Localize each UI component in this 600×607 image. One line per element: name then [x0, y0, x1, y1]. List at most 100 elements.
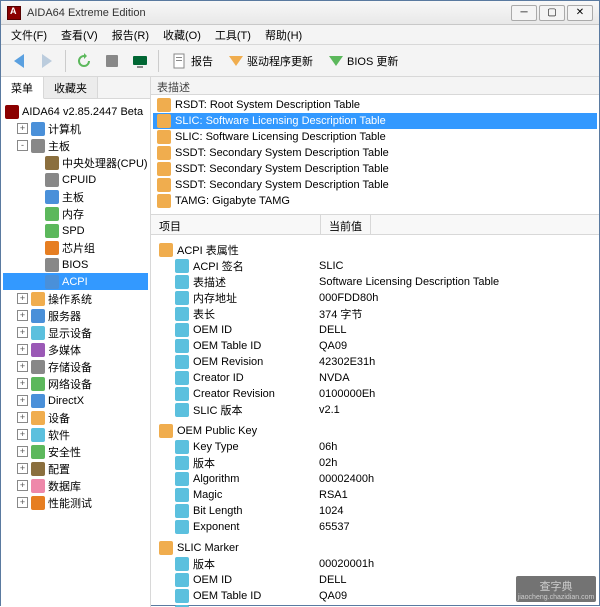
property-row[interactable]: OEM Table IDQA09 — [153, 338, 597, 354]
tab-menu[interactable]: 菜单 — [1, 77, 44, 99]
property-row[interactable]: MagicRSA1 — [153, 487, 597, 503]
property-row[interactable]: SLIC 版本v2.1 — [153, 402, 597, 418]
property-row[interactable]: 内存地址000FDD80h — [153, 290, 597, 306]
property-list[interactable]: ACPI 表属性ACPI 签名SLIC表描述Software Licensing… — [151, 235, 599, 607]
menu-tools[interactable]: 工具(T) — [209, 25, 257, 45]
tree-item-label: BIOS — [62, 259, 88, 271]
menubar: 文件(F) 查看(V) 报告(R) 收藏(O) 工具(T) 帮助(H) — [1, 25, 599, 45]
report-button[interactable]: 报告 — [165, 53, 219, 69]
expand-toggle[interactable]: + — [17, 344, 28, 355]
property-key: 表长 — [193, 306, 215, 322]
tree-item[interactable]: +操作系统 — [3, 290, 148, 307]
expand-toggle[interactable]: + — [17, 412, 28, 423]
key-icon — [157, 162, 171, 176]
property-row[interactable]: OEM IDDELL — [153, 322, 597, 338]
tree[interactable]: AIDA64 v2.85.2447 Beta +计算机-主板中央处理器(CPU)… — [1, 99, 150, 607]
tree-item-label: 内存 — [62, 206, 84, 222]
description-item[interactable]: SLIC: Software Licensing Description Tab… — [153, 129, 597, 145]
expand-toggle[interactable]: + — [17, 395, 28, 406]
minimize-button[interactable]: ─ — [511, 5, 537, 21]
description-item[interactable]: SLIC: Software Licensing Description Tab… — [153, 113, 597, 129]
tree-item[interactable]: +多媒体 — [3, 341, 148, 358]
back-button[interactable] — [7, 49, 31, 73]
tree-item[interactable]: - 主板 — [3, 137, 148, 154]
expand-toggle[interactable]: + — [17, 310, 28, 321]
property-row[interactable]: OEM Revision42302E31h — [153, 354, 597, 370]
tree-item[interactable]: +计算机 — [3, 120, 148, 137]
tree-item[interactable]: +网络设备 — [3, 375, 148, 392]
description-item[interactable]: TAMG: Gigabyte TAMG — [153, 193, 597, 209]
tree-item[interactable]: +配置 — [3, 460, 148, 477]
tree-item[interactable]: +DirectX — [3, 392, 148, 409]
description-item[interactable]: SSDT: Secondary System Description Table — [153, 177, 597, 193]
menu-file[interactable]: 文件(F) — [5, 25, 53, 45]
expand-toggle[interactable]: + — [17, 463, 28, 474]
description-list[interactable]: RSDT: Root System Description TableSLIC:… — [151, 95, 599, 215]
tree-item-icon — [31, 377, 45, 391]
expand-toggle[interactable]: + — [17, 361, 28, 372]
tree-item-label: 主板 — [48, 138, 70, 154]
tree-item[interactable]: BIOS — [3, 256, 148, 273]
property-row[interactable]: 版本00020001h — [153, 556, 597, 572]
tree-item[interactable]: SPD — [3, 222, 148, 239]
expand-toggle[interactable]: + — [17, 327, 28, 338]
float-button[interactable] — [100, 49, 124, 73]
forward-button[interactable] — [35, 49, 59, 73]
tree-item[interactable]: 内存 — [3, 205, 148, 222]
property-row[interactable]: Bit Length1024 — [153, 503, 597, 519]
tree-item[interactable]: +安全性 — [3, 443, 148, 460]
description-item[interactable]: SSDT: Secondary System Description Table — [153, 145, 597, 161]
tree-root[interactable]: AIDA64 v2.85.2447 Beta — [3, 103, 148, 120]
menu-view[interactable]: 查看(V) — [55, 25, 104, 45]
maximize-button[interactable]: ▢ — [539, 5, 565, 21]
menu-favorites[interactable]: 收藏(O) — [157, 25, 207, 45]
key-icon — [159, 243, 173, 257]
col-item[interactable]: 项目 — [151, 215, 321, 234]
menu-help[interactable]: 帮助(H) — [259, 25, 308, 45]
tree-item[interactable]: 主板 — [3, 188, 148, 205]
property-row[interactable]: 表描述Software Licensing Description Table — [153, 274, 597, 290]
refresh-button[interactable] — [72, 49, 96, 73]
expand-toggle[interactable]: + — [17, 429, 28, 440]
tree-item[interactable]: +服务器 — [3, 307, 148, 324]
property-row[interactable]: Creator IDNVDA — [153, 370, 597, 386]
expand-toggle[interactable]: - — [17, 140, 28, 151]
bios-update-button[interactable]: BIOS 更新 — [323, 53, 404, 69]
description-item[interactable]: SSDT: Secondary System Description Table — [153, 161, 597, 177]
property-row[interactable]: ACPI 签名SLIC — [153, 258, 597, 274]
description-item[interactable]: RSDT: Root System Description Table — [153, 97, 597, 113]
tree-item[interactable]: +显示设备 — [3, 324, 148, 341]
expand-toggle[interactable]: + — [17, 123, 28, 134]
expand-toggle[interactable]: + — [17, 497, 28, 508]
tree-root-label: AIDA64 v2.85.2447 Beta — [22, 106, 143, 118]
expand-toggle[interactable]: + — [17, 480, 28, 491]
property-row[interactable]: 表长374 字节 — [153, 306, 597, 322]
col-value[interactable]: 当前值 — [321, 215, 371, 234]
property-row[interactable]: Creator Revision0100000Eh — [153, 386, 597, 402]
driver-update-button[interactable]: 驱动程序更新 — [223, 53, 319, 69]
property-row[interactable]: Key Type06h — [153, 439, 597, 455]
menu-report[interactable]: 报告(R) — [106, 25, 155, 45]
tab-favorites[interactable]: 收藏夹 — [44, 77, 98, 99]
tree-item[interactable]: +数据库 — [3, 477, 148, 494]
property-value: 42302E31h — [319, 356, 597, 368]
expand-toggle[interactable]: + — [17, 378, 28, 389]
tree-item[interactable]: +软件 — [3, 426, 148, 443]
expand-toggle[interactable]: + — [17, 446, 28, 457]
window-title: AIDA64 Extreme Edition — [27, 7, 511, 19]
tree-item[interactable]: CPUID — [3, 171, 148, 188]
property-row[interactable]: 版本02h — [153, 455, 597, 471]
tree-item[interactable]: ACPI — [3, 273, 148, 290]
tree-item[interactable]: +存储设备 — [3, 358, 148, 375]
property-row[interactable]: Exponent65537 — [153, 519, 597, 535]
tree-item[interactable]: +设备 — [3, 409, 148, 426]
monitor-button[interactable] — [128, 49, 152, 73]
tree-item[interactable]: 中央处理器(CPU) — [3, 154, 148, 171]
property-icon — [175, 307, 189, 321]
close-button[interactable]: ✕ — [567, 5, 593, 21]
expand-toggle[interactable]: + — [17, 293, 28, 304]
download-icon — [329, 56, 343, 66]
property-row[interactable]: Algorithm00002400h — [153, 471, 597, 487]
tree-item[interactable]: 芯片组 — [3, 239, 148, 256]
tree-item[interactable]: +性能测试 — [3, 494, 148, 511]
